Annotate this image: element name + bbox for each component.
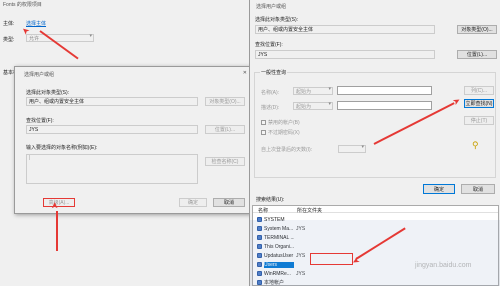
name-label: 名称(A): — [261, 90, 280, 96]
cancel-button[interactable]: 取消 — [213, 198, 245, 207]
user-group-icon — [257, 235, 262, 240]
column-name-header[interactable]: 名称 — [258, 207, 268, 214]
result-name: System Ma... — [264, 225, 294, 232]
watermark-text: jingyan.baidu.com — [415, 262, 472, 269]
description-label: 描述(D): — [261, 105, 280, 111]
annotation-arrow-advanced — [56, 211, 58, 251]
result-name: 本地帐户 — [264, 280, 285, 286]
result-folder: JYS — [296, 270, 306, 277]
window-title: Fonts 的权限项目 — [3, 2, 42, 8]
location-label: 查找位置(F): — [255, 42, 283, 48]
textarea-caret: | — [29, 155, 31, 161]
user-group-icon — [257, 244, 262, 249]
ok-button[interactable]: 确定 — [423, 184, 455, 194]
user-group-icon — [257, 226, 262, 231]
result-row[interactable]: System Ma... JYS — [253, 224, 453, 233]
result-row[interactable]: 本地帐户 — [253, 278, 453, 286]
non-expiring-password-label: 不过期密码(X) — [268, 130, 300, 136]
stop-button[interactable]: 停止(T) — [464, 116, 494, 125]
result-folder: JYS — [296, 225, 306, 232]
enter-names-label: 输入要选择的对象名称(例如)(E): — [26, 144, 97, 151]
search-users-icon: ⚲ — [472, 140, 479, 150]
description-mode-value: 起始为 — [296, 104, 312, 110]
user-group-icon — [257, 253, 262, 258]
non-expiring-password-checkbox[interactable] — [261, 130, 266, 135]
object-type-label: 选择此对象类型(S): — [255, 17, 299, 23]
result-row[interactable]: TERMINAL ... — [253, 233, 453, 242]
description-input[interactable] — [337, 101, 432, 110]
days-since-logon-select[interactable] — [338, 144, 366, 153]
result-name: TERMINAL ... — [264, 234, 294, 241]
annotation-arrowhead-advanced: ➤ — [49, 201, 60, 210]
check-names-button[interactable]: 检查名称(C) — [205, 157, 245, 166]
description-mode-select[interactable]: 起始为 — [293, 101, 333, 110]
object-type-label: 选择此对象类型(S): — [26, 90, 70, 96]
dialog-title: 选择用户或组 — [256, 4, 287, 10]
principal-label: 主体: — [3, 21, 15, 27]
object-type-field: 用户、组或内置安全主体 — [255, 25, 435, 34]
search-results-label: 搜索结果(U): — [256, 197, 285, 203]
result-row[interactable]: SYSTEM — [253, 215, 453, 224]
enter-names-text: 输入要选择的对象名称(例如)(E): — [26, 145, 98, 151]
user-group-icon — [257, 271, 262, 276]
cancel-button[interactable]: 取消 — [461, 184, 495, 194]
ok-button[interactable]: 确定 — [179, 198, 207, 207]
type-value: 允许 — [29, 36, 40, 42]
object-type-field: 用户、组或内置安全主体 — [26, 97, 198, 106]
results-header: 名称 所在文件夹 — [253, 206, 498, 214]
name-mode-value: 起始为 — [296, 89, 312, 95]
result-name: WinRMRe... — [264, 270, 291, 277]
type-select[interactable]: 允许 — [26, 33, 94, 42]
result-row[interactable]: WinRMRe... JYS — [253, 269, 453, 278]
column-folder-header[interactable]: 所在文件夹 — [297, 207, 322, 214]
common-queries-tab[interactable]: 一般性查询 — [260, 69, 288, 76]
user-group-icon — [257, 280, 262, 285]
names-textarea[interactable]: | — [26, 154, 198, 184]
locations-button[interactable]: 位置(L)... — [457, 50, 497, 59]
disabled-accounts-checkbox[interactable] — [261, 120, 266, 125]
name-mode-select[interactable]: 起始为 — [293, 86, 333, 95]
result-name: Users — [264, 261, 294, 268]
result-folder: JYS — [296, 252, 306, 259]
result-name: SYSTEM — [264, 216, 285, 223]
name-input[interactable] — [337, 86, 432, 95]
result-name: This Organi... — [264, 243, 294, 250]
select-users-dialog-small: 选择用户或组 ✕ 选择此对象类型(S): 用户、组或内置安全主体 对象类型(O)… — [14, 66, 252, 214]
location-label: 查找位置(F): — [26, 118, 54, 124]
object-types-button[interactable]: 对象类型(O)... — [457, 25, 497, 34]
location-field: JYS — [255, 50, 435, 59]
columns-button[interactable]: 列(C)... — [464, 86, 494, 95]
location-field: JYS — [26, 125, 198, 134]
close-icon[interactable]: ✕ — [243, 70, 247, 76]
result-row[interactable]: This Organi... — [253, 242, 453, 251]
result-name: UpdatusUser — [264, 252, 294, 259]
locations-button[interactable]: 位置(L)... — [205, 125, 245, 134]
days-since-logon-label: 自上次登录后的天数(I): — [261, 147, 313, 153]
user-group-icon — [257, 262, 262, 267]
disabled-accounts-label: 禁用的帐户(B) — [268, 120, 300, 126]
find-now-button[interactable]: 立即查找(N) — [464, 99, 494, 108]
type-label: 类型: — [3, 37, 15, 43]
object-types-button[interactable]: 对象类型(O)... — [205, 97, 245, 106]
dialog-title: 选择用户或组 — [24, 72, 55, 78]
user-group-icon — [257, 217, 262, 222]
